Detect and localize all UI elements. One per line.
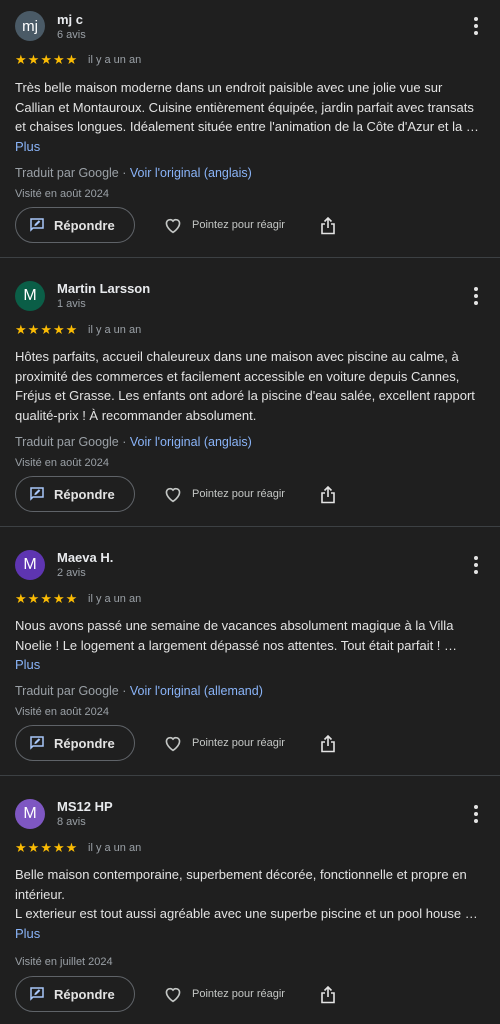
- translation-info: Traduit par Google · Voir l'original (an…: [15, 166, 252, 180]
- reply-edit-icon: [30, 218, 44, 232]
- review-text: Très belle maison moderne dans un endroi…: [15, 80, 479, 154]
- star-icon: ★: [27, 52, 40, 67]
- view-original-link[interactable]: Voir l'original (anglais): [130, 166, 252, 180]
- star-rating: ★ ★ ★ ★ ★: [15, 53, 77, 66]
- review-text: Nous avons passé une semaine de vacances…: [15, 618, 458, 672]
- review-card: M Martin Larsson 1 avis ★ ★ ★ ★ ★ il y a un …: [0, 258, 500, 527]
- avatar[interactable]: mj: [15, 11, 45, 41]
- star-icon: ★: [27, 322, 40, 337]
- share-button[interactable]: [320, 216, 336, 240]
- star-icon: ★: [40, 52, 52, 67]
- more-link[interactable]: Plus: [15, 926, 40, 941]
- react-button[interactable]: Pointez pour réagir: [163, 985, 285, 1003]
- star-icon: ★: [65, 840, 78, 855]
- star-icon: ★: [65, 52, 78, 67]
- review-text: Belle maison contemporaine, superbement …: [15, 867, 478, 941]
- reply-button[interactable]: Répondre: [15, 725, 135, 761]
- reviewer-name[interactable]: MS12 HP: [57, 799, 113, 814]
- review-time: il y a un an: [88, 593, 142, 605]
- translation-info: Traduit par Google · Voir l'original (al…: [15, 684, 263, 698]
- star-icon: ★: [15, 52, 27, 67]
- star-icon: ★: [40, 840, 52, 855]
- share-icon: [321, 485, 335, 504]
- star-icon: ★: [40, 591, 52, 606]
- share-icon: [321, 216, 335, 235]
- star-icon: ★: [65, 591, 78, 606]
- review-count: 1 avis: [57, 298, 86, 310]
- share-button[interactable]: [320, 485, 336, 509]
- reply-button[interactable]: Répondre: [15, 476, 135, 512]
- view-original-link[interactable]: Voir l'original (anglais): [130, 435, 252, 449]
- reviewer-name[interactable]: Maeva H.: [57, 550, 113, 565]
- star-icon: ★: [15, 840, 27, 855]
- share-button[interactable]: [320, 985, 336, 1009]
- more-link[interactable]: Plus: [15, 657, 40, 672]
- star-icon: ★: [15, 591, 27, 606]
- more-vert-icon[interactable]: [466, 284, 486, 308]
- more-vert-icon[interactable]: [466, 553, 486, 577]
- reply-edit-icon: [30, 487, 44, 501]
- heart-outline-icon: [165, 487, 181, 503]
- star-rating: ★ ★ ★ ★ ★: [15, 323, 77, 336]
- more-vert-icon[interactable]: [466, 14, 486, 38]
- react-button[interactable]: Pointez pour réagir: [163, 216, 285, 234]
- visited-date: Visité en août 2024: [15, 188, 109, 200]
- star-icon: ★: [27, 840, 40, 855]
- review-card: M Maeva H. 2 avis ★ ★ ★ ★ ★ il y a un an Nou…: [0, 527, 500, 776]
- star-rating: ★ ★ ★ ★ ★: [15, 592, 77, 605]
- visited-date: Visité en août 2024: [15, 457, 109, 469]
- share-icon: [321, 985, 335, 1004]
- share-button[interactable]: [320, 734, 336, 758]
- review-time: il y a un an: [88, 54, 142, 66]
- review-card: M MS12 HP 8 avis ★ ★ ★ ★ ★ il y a un an Bell…: [0, 776, 500, 1024]
- visited-date: Visité en août 2024: [15, 706, 109, 718]
- review-count: 6 avis: [57, 29, 86, 41]
- reply-button[interactable]: Répondre: [15, 207, 135, 243]
- reviewer-name[interactable]: Martin Larsson: [57, 281, 150, 296]
- heart-outline-icon: [165, 218, 181, 234]
- avatar[interactable]: M: [15, 799, 45, 829]
- review-time: il y a un an: [88, 324, 142, 336]
- react-button[interactable]: Pointez pour réagir: [163, 734, 285, 752]
- heart-outline-icon: [165, 736, 181, 752]
- reply-edit-icon: [30, 987, 44, 1001]
- review-count: 8 avis: [57, 816, 86, 828]
- reply-button[interactable]: Répondre: [15, 976, 135, 1012]
- star-icon: ★: [52, 591, 65, 606]
- view-original-link[interactable]: Voir l'original (allemand): [130, 684, 263, 698]
- review-text: Hôtes parfaits, accueil chaleureux dans …: [15, 349, 475, 423]
- heart-outline-icon: [165, 987, 181, 1003]
- share-icon: [321, 734, 335, 753]
- star-icon: ★: [52, 840, 65, 855]
- more-link[interactable]: Plus: [15, 139, 40, 154]
- star-icon: ★: [65, 322, 78, 337]
- star-icon: ★: [52, 52, 65, 67]
- star-icon: ★: [15, 322, 27, 337]
- visited-date: Visité en juillet 2024: [15, 956, 113, 968]
- review-time: il y a un an: [88, 842, 142, 854]
- avatar[interactable]: M: [15, 550, 45, 580]
- reply-edit-icon: [30, 736, 44, 750]
- star-icon: ★: [40, 322, 52, 337]
- star-icon: ★: [52, 322, 65, 337]
- review-card: mj mj c 6 avis ★ ★ ★ ★ ★ il y a un an Très b…: [0, 0, 500, 258]
- avatar[interactable]: M: [15, 281, 45, 311]
- star-rating: ★ ★ ★ ★ ★: [15, 841, 77, 854]
- star-icon: ★: [27, 591, 40, 606]
- translation-info: Traduit par Google · Voir l'original (an…: [15, 435, 252, 449]
- more-vert-icon[interactable]: [466, 802, 486, 826]
- reviewer-name[interactable]: mj c: [57, 12, 83, 27]
- react-button[interactable]: Pointez pour réagir: [163, 485, 285, 503]
- review-count: 2 avis: [57, 567, 86, 579]
